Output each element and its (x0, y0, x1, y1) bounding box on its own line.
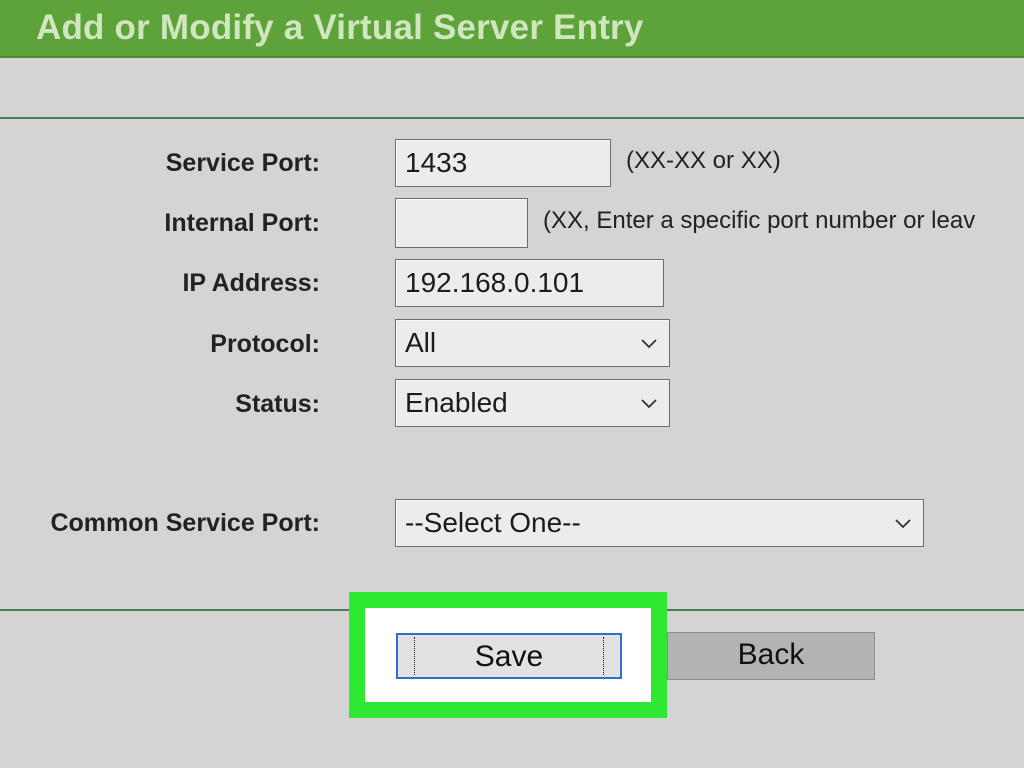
service-port-label: Service Port: (165, 149, 320, 177)
save-button[interactable]: Save (396, 633, 622, 679)
service-port-input[interactable]: 1433 (395, 139, 611, 187)
internal-port-label: Internal Port: (164, 209, 320, 237)
focus-outline (414, 637, 604, 675)
common-service-port-selected-value: --Select One-- (405, 507, 581, 538)
chevron-down-icon (641, 339, 657, 349)
virtual-server-page: Add or Modify a Virtual Server Entry Ser… (0, 0, 1024, 768)
status-label: Status: (235, 390, 320, 418)
internal-port-hint: (XX, Enter a specific port number or lea… (543, 207, 976, 234)
back-button-label: Back (737, 638, 805, 671)
service-port-hint: (XX-XX or XX) (626, 147, 781, 174)
chevron-down-icon (641, 399, 657, 409)
ip-address-label: IP Address: (182, 269, 320, 297)
protocol-selected-value: All (405, 327, 437, 358)
top-divider (0, 117, 1024, 119)
common-service-port-select[interactable]: --Select One-- (395, 499, 924, 547)
ip-address-input[interactable]: 192.168.0.101 (395, 259, 664, 307)
status-selected-value: Enabled (405, 387, 508, 418)
page-title: Add or Modify a Virtual Server Entry (36, 8, 644, 47)
protocol-label: Protocol: (210, 330, 320, 358)
back-button[interactable]: Back (667, 632, 875, 680)
protocol-select[interactable]: All (395, 319, 670, 367)
status-select[interactable]: Enabled (395, 379, 670, 427)
chevron-down-icon (895, 519, 911, 529)
common-service-port-label: Common Service Port: (50, 509, 320, 537)
title-bar: Add or Modify a Virtual Server Entry (0, 0, 1024, 58)
internal-port-input[interactable] (395, 198, 528, 248)
